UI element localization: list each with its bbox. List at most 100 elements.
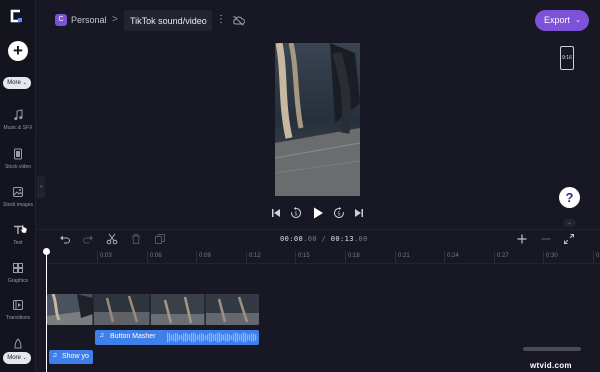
timeline-ruler[interactable] (46, 250, 600, 264)
preview-frame-image (275, 43, 360, 196)
scissors-icon[interactable] (106, 233, 118, 245)
ruler-tick (246, 251, 247, 263)
cloud-offline-icon[interactable] (232, 15, 245, 26)
waveform-bar (233, 333, 235, 342)
sidebar-collapse-tab[interactable]: › (37, 176, 45, 198)
sidebar-item-stock-images[interactable]: Stock images (0, 186, 36, 208)
timecode-display: 00:00.00 / 00:13.00 (280, 235, 368, 243)
music-note-icon: ♫ (52, 352, 58, 359)
project-title[interactable]: TikTok sound/video (130, 16, 207, 26)
more-options-icon[interactable]: ⋮ (216, 14, 226, 26)
rewind-5-icon[interactable]: 5 (290, 207, 302, 219)
ruler-tick (494, 251, 495, 263)
forward-5-icon[interactable]: 5 (333, 207, 345, 219)
waveform-bar (169, 333, 171, 342)
timecode-separator: / (316, 235, 331, 243)
waveform-bar (177, 333, 179, 342)
help-button[interactable]: ? (559, 187, 580, 208)
ruler-tick (345, 251, 346, 263)
help-chevron-icon[interactable]: ⌄ (563, 219, 576, 227)
brand-kit-icon[interactable] (12, 338, 24, 350)
export-button[interactable]: Export ⌄ (535, 10, 589, 31)
waveform-bar (221, 334, 223, 341)
waveform-bar (253, 333, 255, 342)
waveform-bar (223, 334, 225, 341)
sidebar-item-label: Transitions (5, 315, 31, 321)
waveform-bar (195, 333, 197, 342)
audio-clip[interactable]: ♫ Button Masher (95, 330, 259, 345)
ruler-tick-label: 0:03 (100, 253, 112, 259)
sidebar-item-graphics[interactable]: Graphics (0, 262, 36, 284)
more-label: More (7, 355, 21, 361)
waveform-bar (249, 334, 251, 341)
waveform-bar (243, 332, 245, 343)
left-sidebar: + More ⌄ Music & SFX Stock video Stock i… (0, 0, 36, 372)
zoom-in-icon[interactable] (516, 233, 528, 245)
add-media-button[interactable]: + (8, 41, 28, 61)
waveform-bar (209, 332, 211, 343)
chevron-down-icon: ⌄ (575, 17, 581, 24)
ruler-tick-label: 0:12 (249, 253, 261, 259)
skip-forward-icon[interactable] (353, 207, 365, 219)
svg-text:5: 5 (295, 211, 298, 217)
ruler-tick-label: 0:06 (150, 253, 162, 259)
ruler-tick-label: 0:33 (596, 253, 600, 259)
waveform-bar (227, 333, 229, 342)
playhead-handle[interactable] (43, 248, 50, 255)
play-icon[interactable] (311, 206, 325, 220)
video-preview[interactable] (275, 43, 360, 196)
waveform-bar (251, 333, 253, 342)
redo-icon[interactable] (82, 233, 94, 245)
waveform-bar (191, 332, 193, 343)
audio-clip-label: Button Masher (110, 333, 156, 340)
waveform-bar (167, 332, 169, 343)
clipchamp-logo-icon[interactable] (6, 6, 26, 26)
waveform-bar (197, 335, 199, 340)
zoom-out-icon[interactable] (540, 233, 552, 245)
ruler-tick (196, 251, 197, 263)
fit-timeline-icon[interactable] (563, 233, 575, 245)
music-note-icon (14, 109, 23, 121)
sidebar-item-label: Stock video (5, 164, 31, 170)
timecode-total: 00:13 (330, 235, 354, 243)
shapes-icon (13, 263, 23, 273)
waveform-bar (241, 333, 243, 342)
mouse-pointer-icon (20, 224, 28, 234)
skip-back-icon[interactable] (270, 207, 282, 219)
ruler-tick (593, 251, 594, 263)
waveform-bar (225, 333, 227, 342)
duplicate-icon[interactable] (154, 233, 166, 245)
ruler-tick-label: 0:18 (348, 253, 360, 259)
sidebar-item-music[interactable]: Music & SFX (0, 109, 36, 131)
ruler-tick-label: 0:27 (497, 253, 509, 259)
more-button-top[interactable]: More ⌄ (3, 77, 31, 89)
ruler-tick-label: 0:30 (546, 253, 558, 259)
waveform-bar (187, 333, 189, 342)
music-note-icon: ♫ (99, 332, 105, 339)
text-clip[interactable]: ♫ Show yo (49, 350, 93, 364)
sidebar-item-transitions[interactable]: Transitions (0, 299, 36, 321)
waveform-bar (193, 332, 195, 343)
more-label: More (7, 80, 21, 86)
undo-icon[interactable] (59, 233, 71, 245)
waveform-bar (255, 334, 257, 341)
sidebar-item-text[interactable]: Text (0, 224, 36, 246)
aspect-ratio-button[interactable]: 9:16 (560, 46, 574, 70)
watermark: wtvid.com (530, 361, 572, 370)
more-button-bottom[interactable]: More ⌄ (3, 352, 31, 364)
ruler-tick (295, 251, 296, 263)
trash-icon[interactable] (130, 233, 142, 245)
ruler-tick-label: 0:21 (398, 253, 410, 259)
waveform-bar (231, 335, 233, 340)
workspace-avatar[interactable]: C (55, 14, 67, 26)
timeline-scrollbar[interactable] (523, 347, 581, 351)
video-thumbnails (47, 294, 259, 325)
waveform-bar (203, 333, 205, 342)
breadcrumb-workspace[interactable]: Personal (71, 15, 107, 25)
waveform-bar (213, 334, 215, 341)
video-clip[interactable] (47, 294, 259, 325)
sidebar-item-stock-video[interactable]: Stock video (0, 148, 36, 170)
waveform-bar (201, 333, 203, 342)
svg-text:5: 5 (338, 211, 341, 217)
waveform-bar (229, 334, 231, 341)
